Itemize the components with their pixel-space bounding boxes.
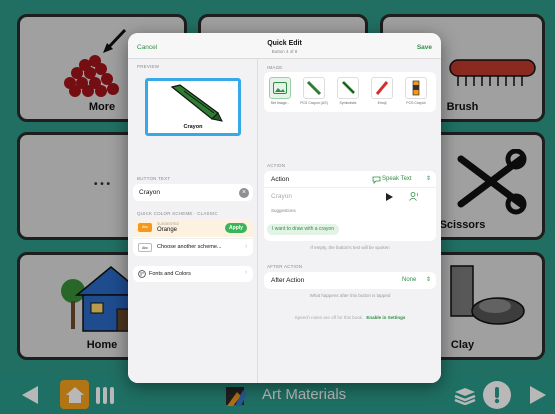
crayon-icon <box>170 84 223 122</box>
modal-title: Quick Edit <box>267 40 302 47</box>
current-scheme-name: Orange <box>157 227 178 233</box>
suggestions-label: Suggestions <box>271 208 296 213</box>
after-action-note: What happens after this button is tapped <box>309 293 391 298</box>
choose-scheme-row[interactable]: Abc Choose another scheme... › <box>133 238 253 256</box>
after-action-section-label: AFTER ACTION <box>267 264 303 269</box>
speech-text-placeholder: Crayon <box>271 193 292 200</box>
chevron-right-icon: › <box>245 269 248 276</box>
suggested-tag: SUGGESTED <box>157 222 179 226</box>
crayon-icon <box>306 80 322 96</box>
image-caption: PCS Crayon (US) <box>300 101 328 105</box>
suggestion-chip[interactable]: I want to draw with a crayon <box>267 224 339 235</box>
photo-icon <box>273 82 287 94</box>
speech-text-row[interactable]: Crayon <box>264 188 436 206</box>
button-text-value: Crayon <box>139 189 160 196</box>
after-action-row[interactable]: After Action None ⇕ <box>264 272 436 289</box>
image-caption: PCS Crayon <box>406 101 426 105</box>
apply-button[interactable]: Apply <box>225 223 247 233</box>
color-scheme-section-label: QUICK COLOR SCHEME · CLASSIC <box>137 211 218 216</box>
button-text-section-label: BUTTON TEXT <box>137 176 171 181</box>
action-value: Speak Text <box>382 176 412 182</box>
image-caption: Emoji <box>377 101 387 105</box>
clear-text-icon[interactable]: × <box>239 188 249 198</box>
color-scheme-card: Abc SUGGESTED Orange Apply Abc Choose an… <box>133 219 253 256</box>
action-note: If empty, the button's text will be spok… <box>310 245 390 250</box>
image-option-symbolstix[interactable] <box>337 77 359 99</box>
preview-section-label: PREVIEW <box>137 64 160 69</box>
crayon-icon <box>341 80 356 95</box>
choose-scheme-label: Choose another scheme... <box>157 244 222 250</box>
button-text-field[interactable]: Crayon × <box>133 184 253 201</box>
enable-settings-link[interactable]: Enable in Settings <box>366 315 405 320</box>
action-label: Action <box>271 176 290 183</box>
image-section-label: IMAGE <box>267 65 283 70</box>
action-row[interactable]: Action Speak Text ⇕ <box>264 171 436 188</box>
fonts-colors-label: Fonts and Colors <box>149 271 191 277</box>
speaker-person-icon[interactable] <box>409 192 419 201</box>
orange-swatch: Abc <box>138 223 152 232</box>
set-image-button[interactable] <box>269 77 291 99</box>
modal-header: Cancel Quick Edit Button 4 of 8 Save <box>128 33 441 59</box>
preview-label: Crayon <box>183 124 203 130</box>
speech-bubble-icon <box>372 176 381 184</box>
footer-note: Speech notes are off for this book. <box>294 315 364 320</box>
neutral-swatch: Abc <box>138 243 152 252</box>
palette-icon <box>138 270 146 278</box>
action-section-label: ACTION <box>267 163 286 168</box>
image-caption: Set Image... <box>270 101 290 105</box>
after-action-label: After Action <box>271 277 305 284</box>
current-scheme-row[interactable]: Abc SUGGESTED Orange Apply <box>133 219 253 237</box>
image-option-pcs[interactable] <box>405 77 427 99</box>
image-option-emoji[interactable] <box>371 77 393 99</box>
fonts-colors-row[interactable]: Fonts and Colors › <box>133 266 253 282</box>
footer-note-row: Speech notes are off for this book. Enab… <box>264 315 436 320</box>
play-icon[interactable] <box>386 193 393 201</box>
image-option-pcs-us[interactable] <box>303 77 325 99</box>
right-panel: IMAGE Set Image... PCS Crayon (US) Symbo… <box>259 59 441 383</box>
updown-chevron-icon: ⇕ <box>426 277 432 283</box>
modal-subtitle: Button 4 of 8 <box>271 49 298 54</box>
chevron-right-icon: › <box>245 243 248 250</box>
crayon-emoji-icon <box>375 81 389 95</box>
image-picker: Set Image... PCS Crayon (US) Symbolstix … <box>264 72 436 112</box>
updown-chevron-icon: ⇕ <box>426 176 432 182</box>
save-button[interactable]: Save <box>417 44 432 51</box>
crayon-box-icon <box>412 80 420 96</box>
image-caption: Symbolstix <box>339 101 357 105</box>
after-action-value: None <box>402 277 417 283</box>
quick-edit-modal: Cancel Quick Edit Button 4 of 8 Save PRE… <box>128 33 441 383</box>
button-preview: Crayon <box>145 78 241 136</box>
